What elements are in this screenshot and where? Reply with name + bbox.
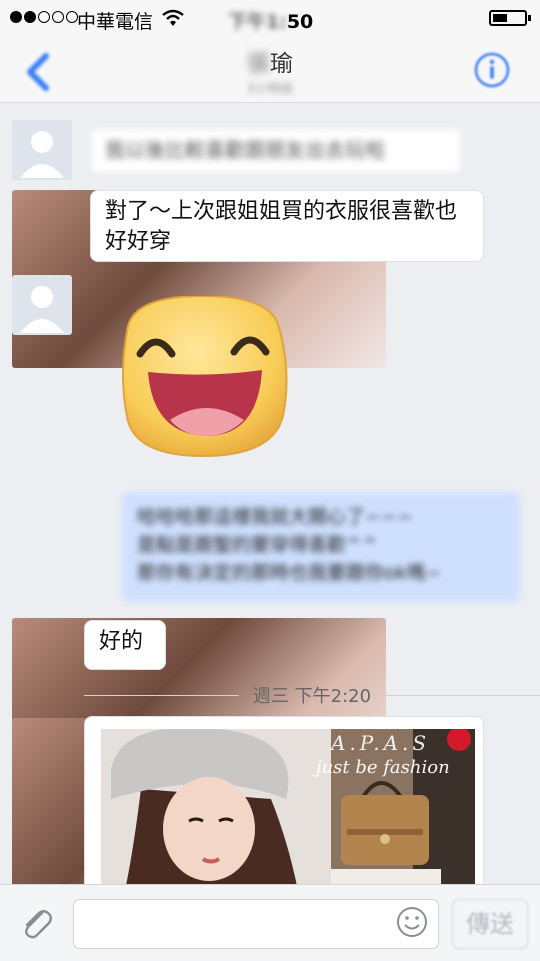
send-button[interactable]: 傳送 — [452, 899, 528, 949]
avatar[interactable] — [12, 275, 72, 335]
incoming-message-bubble[interactable]: 好的 — [84, 620, 166, 670]
message-line: 那你有決定的那時也我要跟你ok嗎~ — [137, 562, 442, 584]
info-icon[interactable] — [472, 50, 512, 90]
last-seen: 3小時前 — [246, 82, 294, 97]
divider — [84, 694, 239, 696]
photo-tagline-text: just be fashion — [316, 757, 450, 778]
avatar[interactable] — [12, 120, 72, 180]
status-time-visible: 50 — [286, 11, 314, 33]
navigation-bar: 張瑜 3小時前 — [0, 36, 540, 103]
status-time: 下午1:50 — [228, 7, 313, 34]
divider — [385, 694, 540, 696]
outgoing-message-bubble[interactable]: 哈哈哈那這樣我就大開心了~~~ 是點是跟聖的要穿得喜歡^^ 那你有決定的那時也我… — [122, 492, 520, 602]
conversation-title-visible: 瑜 — [270, 51, 293, 77]
status-bar: 中華電信 下午1:50 — [0, 0, 540, 36]
conversation-title: 張瑜 — [0, 44, 540, 78]
message-input-bar: 傳送 — [0, 884, 540, 961]
laughing-face-sticker[interactable] — [108, 296, 294, 458]
status-time-hidden: 下午1: — [228, 11, 287, 33]
photo-scene — [101, 729, 475, 905]
incoming-message-bubble[interactable]: 對了～上次跟姐姐買的衣服很喜歡也好好穿 — [90, 190, 484, 262]
signal-strength-icon — [10, 11, 78, 23]
message-input[interactable] — [73, 899, 439, 949]
date-separator-label: 週三 下午2:20 — [252, 686, 372, 707]
fashion-photo[interactable]: A.P.A.S just be fashion — [101, 729, 475, 905]
battery-icon — [489, 10, 531, 26]
paperclip-icon[interactable] — [18, 905, 56, 943]
image-message-bubble[interactable]: A.P.A.S just be fashion — [84, 716, 484, 906]
message-line: 是點是跟聖的要穿得喜歡^^ — [137, 534, 378, 556]
carrier-name: 中華電信 — [77, 11, 154, 33]
smiley-icon[interactable] — [395, 905, 429, 939]
photo-brand-text: A.P.A.S — [331, 731, 431, 755]
date-separator: 週三 下午2:20 — [84, 683, 540, 707]
wifi-icon — [162, 9, 184, 26]
conversation-title-hidden: 張 — [247, 51, 270, 77]
incoming-message-bubble[interactable]: 我以後比較喜歡跟朋友出去玩啦 — [90, 128, 462, 174]
message-line: 哈哈哈那這樣我就大開心了~~~ — [137, 506, 413, 528]
